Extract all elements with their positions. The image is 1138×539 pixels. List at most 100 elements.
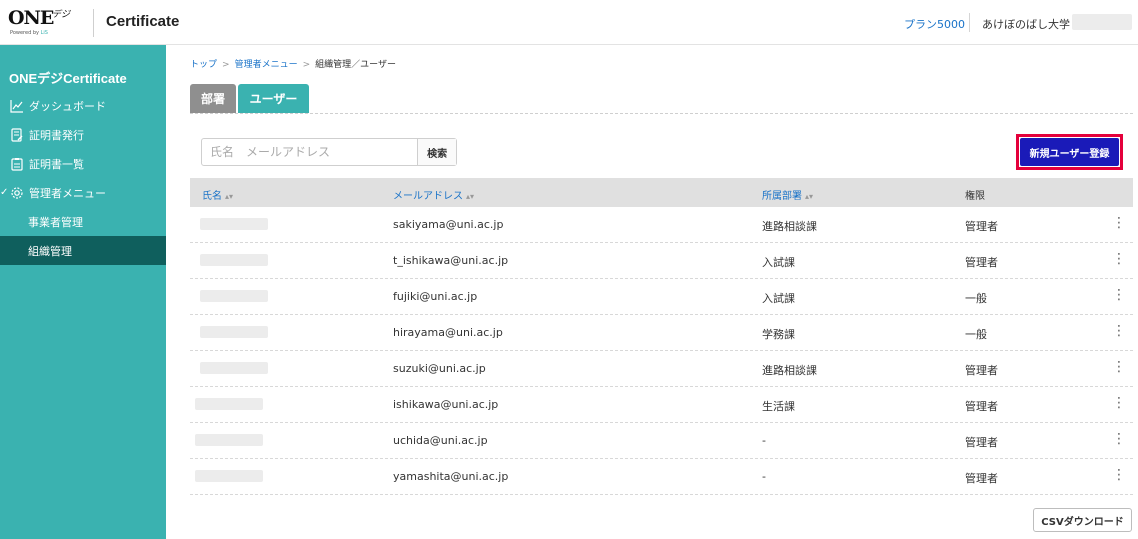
- column-header-label: メールアドレス: [393, 191, 463, 202]
- sidebar-item-admin-menu[interactable]: ✓ 管理者メニュー: [0, 178, 166, 207]
- sidebar: ONEデジCertificate ダッシュボード 証明書発行 証明書一覧 ✓ 管…: [0, 45, 166, 539]
- more-options-icon[interactable]: ⋮: [1112, 287, 1126, 303]
- cell-email: hirayama@uni.ac.jp: [393, 326, 503, 339]
- search-button[interactable]: 検索: [417, 139, 456, 165]
- cell-role: 管理者: [965, 436, 998, 449]
- column-header-name[interactable]: 氏名 ▴▾: [202, 187, 233, 202]
- column-header-role: 権限: [965, 191, 985, 202]
- cell-department: 学務課: [762, 328, 795, 341]
- more-options-icon[interactable]: ⋮: [1112, 251, 1126, 267]
- cell-role: 管理者: [965, 400, 998, 413]
- new-user-button-highlight: 新規ユーザー登録: [1016, 134, 1123, 170]
- sidebar-item-label: 組織管理: [28, 244, 72, 258]
- breadcrumb-separator: >: [222, 60, 230, 70]
- sidebar-item-label: ダッシュボード: [29, 99, 106, 113]
- redacted-user-name: [1072, 14, 1132, 30]
- breadcrumb-current: 組織管理／ユーザー: [315, 60, 396, 70]
- redacted-name: [200, 218, 268, 230]
- breadcrumb: トップ > 管理者メニュー > 組織管理／ユーザー: [190, 57, 396, 70]
- redacted-name: [200, 290, 268, 302]
- sidebar-title: ONEデジCertificate: [9, 71, 127, 86]
- redacted-name: [195, 398, 263, 410]
- cell-role: 一般: [965, 292, 987, 305]
- search-input[interactable]: [202, 139, 418, 165]
- certificate-issue-icon: [11, 127, 23, 142]
- tab-user[interactable]: ユーザー: [238, 84, 309, 113]
- cell-department: 入試課: [762, 256, 795, 269]
- app-title: Certificate: [106, 13, 180, 30]
- new-user-button[interactable]: 新規ユーザー登録: [1020, 138, 1119, 166]
- logo-text: ONE: [8, 7, 54, 29]
- table-row[interactable]: ishikawa@uni.ac.jp 生活課 管理者 ⋮: [190, 387, 1133, 423]
- logo-tagline: Powered by LiS: [10, 30, 48, 36]
- breadcrumb-admin-link[interactable]: 管理者メニュー: [235, 60, 298, 70]
- sidebar-item-organization-management[interactable]: 組織管理: [0, 236, 166, 265]
- sidebar-item-dashboard[interactable]: ダッシュボード: [0, 91, 166, 120]
- tab-department[interactable]: 部署: [190, 84, 236, 113]
- table-row[interactable]: fujiki@uni.ac.jp 入試課 一般 ⋮: [190, 279, 1133, 315]
- sidebar-item-certificate-issue[interactable]: 証明書発行: [0, 120, 166, 149]
- cell-role: 管理者: [965, 220, 998, 233]
- cell-email: suzuki@uni.ac.jp: [393, 362, 486, 375]
- header-divider: [93, 9, 94, 37]
- sort-icon: ▴▾: [225, 192, 234, 201]
- cell-department: -: [762, 470, 766, 483]
- org-name: あけぼのばし大学: [982, 18, 1070, 31]
- sidebar-item-label: 証明書一覧: [29, 157, 84, 171]
- certificate-list-icon: [11, 157, 23, 171]
- chevron-down-icon: ✓: [0, 187, 9, 198]
- sidebar-item-certificate-list[interactable]: 証明書一覧: [0, 149, 166, 178]
- header-separator: [969, 13, 970, 32]
- breadcrumb-separator: >: [302, 60, 311, 70]
- more-options-icon[interactable]: ⋮: [1112, 395, 1126, 411]
- sort-icon: ▴▾: [805, 192, 814, 201]
- redacted-name: [200, 362, 268, 374]
- redacted-name: [195, 470, 263, 482]
- cell-role: 一般: [965, 328, 987, 341]
- plan-link[interactable]: プラン5000: [904, 16, 965, 32]
- chart-icon: [10, 99, 23, 113]
- more-options-icon[interactable]: ⋮: [1112, 431, 1126, 447]
- table-row[interactable]: sakiyama@uni.ac.jp 進路相談課 管理者 ⋮: [190, 207, 1133, 243]
- column-header-email[interactable]: メールアドレス ▴▾: [393, 187, 474, 202]
- tab-divider: [190, 113, 1133, 114]
- table-header: 氏名 ▴▾ メールアドレス ▴▾ 所属部署 ▴▾ 権限: [190, 178, 1133, 207]
- breadcrumb-top-link[interactable]: トップ: [190, 60, 217, 70]
- more-options-icon[interactable]: ⋮: [1112, 215, 1126, 231]
- sidebar-item-label: 管理者メニュー: [29, 186, 106, 200]
- cell-email: sakiyama@uni.ac.jp: [393, 218, 504, 231]
- cell-department: 進路相談課: [762, 220, 817, 233]
- csv-download-button[interactable]: CSVダウンロード: [1033, 508, 1132, 532]
- cell-department: 進路相談課: [762, 364, 817, 377]
- top-header: ONE デジ Powered by LiS Certificate プラン500…: [0, 0, 1138, 45]
- cell-email: uchida@uni.ac.jp: [393, 434, 488, 447]
- cell-email: fujiki@uni.ac.jp: [393, 290, 478, 303]
- app-logo[interactable]: ONE デジ Powered by LiS: [8, 7, 72, 39]
- sidebar-item-label: 証明書発行: [29, 128, 84, 142]
- sort-icon: ▴▾: [466, 192, 475, 201]
- sidebar-item-business-management[interactable]: 事業者管理: [0, 207, 166, 236]
- cell-role: 管理者: [965, 364, 998, 377]
- column-header-label: 所属部署: [762, 191, 802, 202]
- table-row[interactable]: hirayama@uni.ac.jp 学務課 一般 ⋮: [190, 315, 1133, 351]
- table-row[interactable]: t_ishikawa@uni.ac.jp 入試課 管理者 ⋮: [190, 243, 1133, 279]
- cell-role: 管理者: [965, 256, 998, 269]
- gear-icon: [11, 186, 23, 199]
- table-row[interactable]: uchida@uni.ac.jp - 管理者 ⋮: [190, 423, 1133, 459]
- column-header-label: 氏名: [202, 191, 222, 202]
- redacted-name: [200, 326, 268, 338]
- table-row[interactable]: suzuki@uni.ac.jp 進路相談課 管理者 ⋮: [190, 351, 1133, 387]
- more-options-icon[interactable]: ⋮: [1112, 323, 1126, 339]
- table-row[interactable]: yamashita@uni.ac.jp - 管理者 ⋮: [190, 459, 1133, 495]
- logo-tagline-accent: LiS: [40, 30, 48, 36]
- cell-email: ishikawa@uni.ac.jp: [393, 398, 499, 411]
- sidebar-item-label: 事業者管理: [28, 215, 83, 229]
- cell-department: 入試課: [762, 292, 795, 305]
- more-options-icon[interactable]: ⋮: [1112, 467, 1126, 483]
- cell-department: -: [762, 434, 766, 447]
- cell-email: t_ishikawa@uni.ac.jp: [393, 254, 509, 267]
- more-options-icon[interactable]: ⋮: [1112, 359, 1126, 375]
- column-header-department[interactable]: 所属部署 ▴▾: [762, 187, 813, 202]
- logo-sub: デジ: [52, 10, 71, 20]
- search-box: 検索: [201, 138, 457, 166]
